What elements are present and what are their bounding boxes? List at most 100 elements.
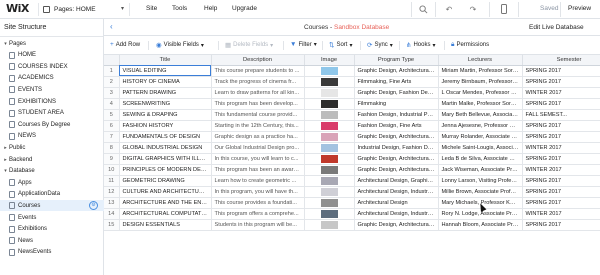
cell-image[interactable]	[304, 164, 355, 176]
cell-image[interactable]	[304, 131, 355, 143]
filter-button[interactable]: ▼ Filter ▾	[290, 41, 317, 48]
cell-semester[interactable]: SPRING 2017	[522, 153, 600, 165]
settings-icon[interactable]: ⚙	[89, 201, 98, 211]
row-number[interactable]: 11	[104, 175, 120, 187]
table-row[interactable]: 5 SEWING & DRAPING This fundamental course…	[104, 109, 600, 121]
cell-description[interactable]: In this course, you will learn to c...	[211, 153, 305, 165]
cell-description[interactable]: This program has been develop...	[211, 98, 305, 110]
cell-lecturers[interactable]: Millie Brown, Associate Profess...	[438, 186, 523, 198]
cell-semester[interactable]: SPRING 2017	[522, 98, 600, 110]
row-number[interactable]: 3	[104, 87, 120, 99]
cell-program-type[interactable]: Fashion Design, Fine Arts	[354, 120, 439, 132]
menu-tools[interactable]: Tools	[172, 5, 187, 12]
cell-program-type[interactable]: Graphic Design, Architectural D...	[354, 131, 439, 143]
sidebar-item[interactable]: EVENTS	[0, 84, 104, 95]
cell-description[interactable]: Graphic design as a practice ha...	[211, 131, 305, 143]
cell-description[interactable]: Students in this program will be...	[211, 219, 305, 231]
column-header-image[interactable]: Image	[304, 55, 355, 66]
cell-program-type[interactable]: Industrial Design, Fashion Design	[354, 142, 439, 154]
sidebar-item[interactable]: EXHIBITIONS	[0, 96, 104, 107]
sort-button[interactable]: ⇅ Sort ▾	[329, 41, 352, 49]
cell-program-type[interactable]: Graphic Design, Architectural D...	[354, 219, 439, 231]
sidebar-item[interactable]: Courses ⚙	[0, 200, 104, 212]
cell-program-type[interactable]: Filmmaking	[354, 98, 439, 110]
sidebar-item[interactable]: ApplicationData	[0, 189, 104, 200]
cell-semester[interactable]: SPRING 2017	[522, 175, 600, 187]
cell-semester[interactable]: SPRING 2017	[522, 219, 600, 231]
cell-semester[interactable]: SPRING 2017	[522, 131, 600, 143]
cell-lecturers[interactable]: Miriam Martin, Professor Sora ...	[438, 65, 523, 77]
permissions-button[interactable]: 🔒︎ Permissions	[451, 41, 489, 49]
preview-button[interactable]: Preview	[568, 5, 591, 12]
column-header-lecturers[interactable]: Lecturers	[438, 55, 523, 66]
cell-image[interactable]	[304, 197, 355, 209]
cell-semester[interactable]: SPRING 2017	[522, 65, 600, 77]
cell-program-type[interactable]: Graphic Design, Architectural D...	[354, 164, 439, 176]
cell-program-type[interactable]: Architectural Design, Graphic D...	[354, 175, 439, 187]
cell-description[interactable]: This course provides a foundati...	[211, 197, 305, 209]
cell-program-type[interactable]: Fashion Design, Industrial Prod...	[354, 109, 439, 121]
cell-title[interactable]: VISUAL EDITING	[119, 65, 212, 77]
row-number[interactable]: 14	[104, 208, 120, 220]
sidebar-group[interactable]: ▸ Public	[0, 142, 104, 153]
cell-lecturers[interactable]: Michele Saint-Lougis, Associate...	[438, 142, 523, 154]
cell-lecturers[interactable]: Murray Rolander, Associate Pro...	[438, 131, 523, 143]
table-row[interactable]: 12 CULTURE AND ARCHITECTUR... In this prog…	[104, 186, 600, 198]
cell-title[interactable]: CULTURE AND ARCHITECTUR...	[119, 186, 212, 198]
cell-program-type[interactable]: Architectural Design, Industrial ...	[354, 208, 439, 220]
cell-image[interactable]	[304, 98, 355, 110]
cell-semester[interactable]: WINTER 2017	[522, 164, 600, 176]
row-number[interactable]: 13	[104, 197, 120, 209]
cell-description[interactable]: Track the progress of cinema fr...	[211, 76, 305, 88]
cell-title[interactable]: DIGITAL GRAPHICS WITH ILLU...	[119, 153, 212, 165]
cell-image[interactable]	[304, 175, 355, 187]
row-number[interactable]: 6	[104, 120, 120, 132]
sidebar-item[interactable]: STUDENT AREA	[0, 108, 104, 119]
cell-program-type[interactable]: Graphic Design, Architectural D...	[354, 153, 439, 165]
cell-semester[interactable]: SPRING 2017	[522, 197, 600, 209]
row-number[interactable]: 12	[104, 186, 120, 198]
sidebar-item[interactable]: NEWS	[0, 131, 104, 142]
cell-description[interactable]: This course prepare students to ...	[211, 65, 305, 77]
cell-image[interactable]	[304, 153, 355, 165]
edit-live-database-link[interactable]: Edit Live Database	[529, 24, 584, 31]
table-row[interactable]: 3 PATTERN DRAWING Learn to draw patterns f…	[104, 87, 600, 99]
visible-fields-button[interactable]: ◉ Visible Fields ▾	[156, 41, 204, 49]
cell-title[interactable]: HISTORY OF CINEMA	[119, 76, 212, 88]
cell-lecturers[interactable]: L Oscar Mendes, Professor Jona...	[438, 87, 523, 99]
caret-right-icon[interactable]: ▸	[2, 157, 9, 163]
cell-description[interactable]: Our Global Industrial Design pro...	[211, 142, 305, 154]
column-header-program-type[interactable]: Program Type	[354, 55, 439, 66]
menu-upgrade[interactable]: Upgrade	[232, 5, 257, 12]
cell-semester[interactable]: WINTER 2017	[522, 87, 600, 99]
table-row[interactable]: 7 FUNDAMENTALS OF DESIGN Graphic design as…	[104, 131, 600, 143]
cell-title[interactable]: GEOMETRIC DRAWING	[119, 175, 212, 187]
caret-down-icon[interactable]: ▾	[2, 41, 9, 47]
sidebar-item[interactable]: Courses By Degree	[0, 119, 104, 130]
sidebar-item[interactable]: Events	[0, 212, 104, 223]
cell-title[interactable]: FASHION HISTORY	[119, 120, 212, 132]
table-row[interactable]: 15 DESIGN ESSENTIALS Students in this prog…	[104, 219, 600, 231]
row-number[interactable]: 8	[104, 142, 120, 154]
sidebar-group[interactable]: ▾ Database	[0, 166, 104, 177]
cell-image[interactable]	[304, 142, 355, 154]
cell-semester[interactable]: FALL SEMEST...	[522, 109, 600, 121]
cell-title[interactable]: GLOBAL INDUSTRIAL DESIGN	[119, 142, 212, 154]
cell-lecturers[interactable]: Lonny Larson, Visiting Professor...	[438, 175, 523, 187]
cell-title[interactable]: PRINCIPLES OF MODERN DES...	[119, 164, 212, 176]
cell-program-type[interactable]: Filmmaking, Fine Arts	[354, 76, 439, 88]
table-row[interactable]: 9 DIGITAL GRAPHICS WITH ILLU... In this co…	[104, 153, 600, 165]
table-row[interactable]: 6 FASHION HISTORY Starting in the 12th Cen…	[104, 120, 600, 132]
row-number[interactable]: 1	[104, 65, 120, 77]
cell-image[interactable]	[304, 208, 355, 220]
cell-program-type[interactable]: Graphic Design, Architectural D...	[354, 65, 439, 77]
redo-icon[interactable]: ↷	[467, 3, 479, 15]
sidebar-item[interactable]: HOME	[0, 50, 104, 61]
row-number[interactable]: 5	[104, 109, 120, 121]
cell-description[interactable]: Starting in the 12th Century, this...	[211, 120, 305, 132]
sidebar-item[interactable]: ACADEMICS	[0, 73, 104, 84]
sidebar-item[interactable]: Exhibitions	[0, 224, 104, 235]
cell-semester[interactable]: SPRING 2017	[522, 186, 600, 198]
row-number[interactable]: 10	[104, 164, 120, 176]
cell-semester[interactable]: WINTER 2017	[522, 208, 600, 220]
